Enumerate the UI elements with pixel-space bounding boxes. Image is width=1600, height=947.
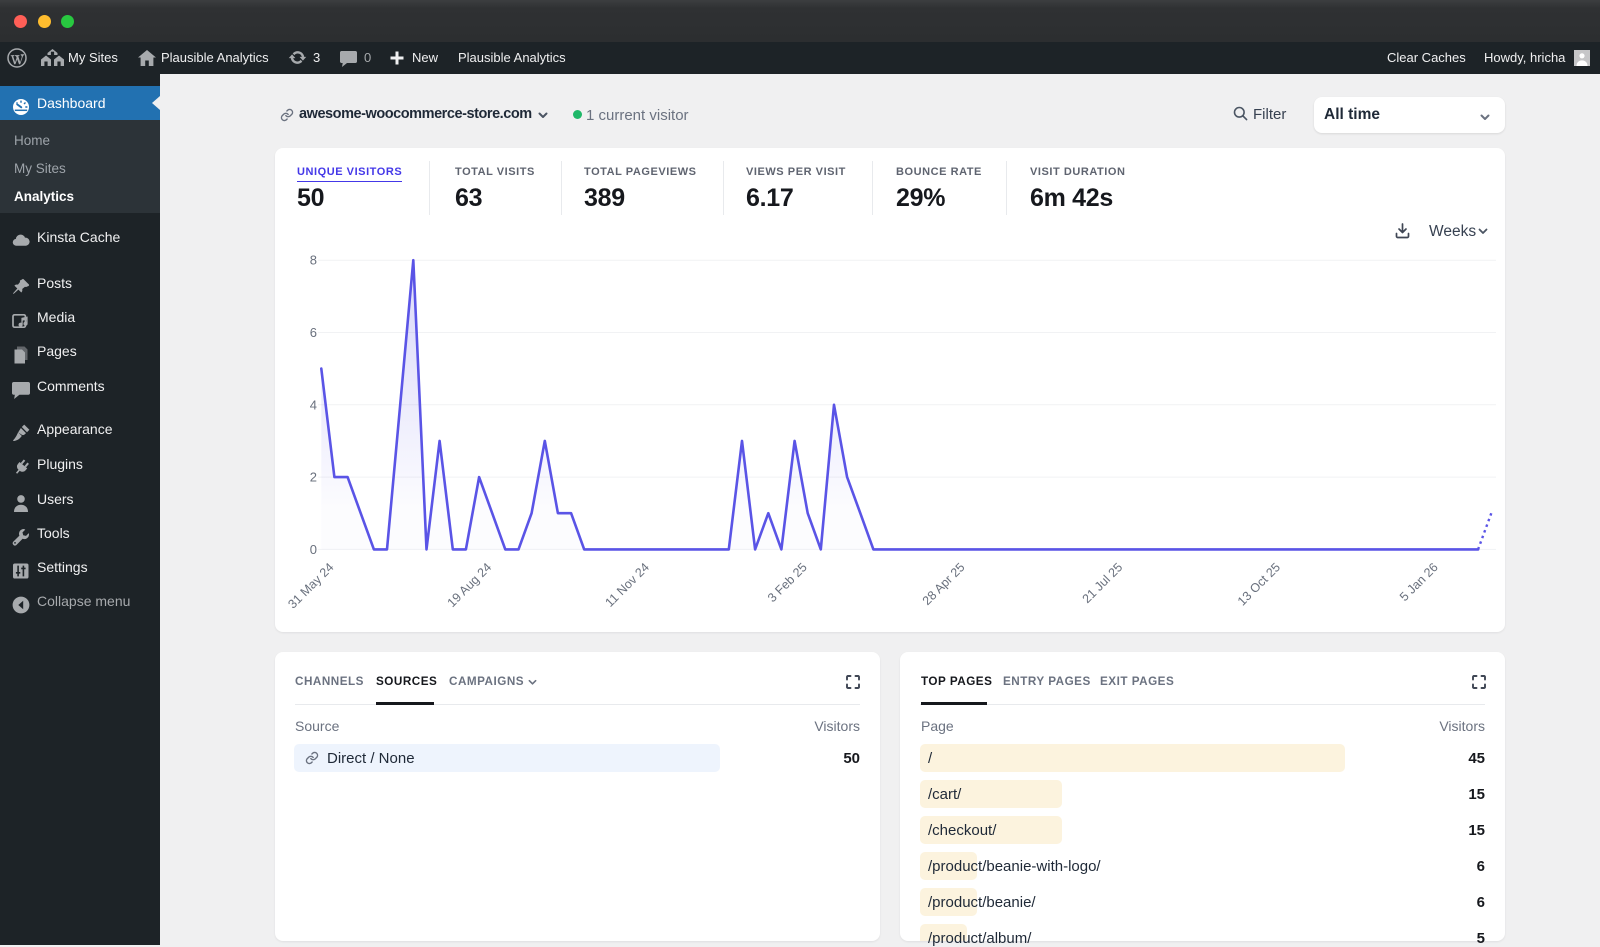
svg-text:19 Aug 24: 19 Aug 24 — [445, 560, 495, 610]
svg-text:4: 4 — [310, 397, 317, 412]
svg-text:2: 2 — [310, 470, 317, 485]
svg-text:21 Jul 25: 21 Jul 25 — [1080, 560, 1126, 606]
svg-text:31 May 24: 31 May 24 — [285, 560, 336, 611]
svg-text:5 Jan 26: 5 Jan 26 — [1397, 560, 1441, 604]
svg-text:13 Oct 25: 13 Oct 25 — [1235, 560, 1283, 608]
svg-text:11 Nov 24: 11 Nov 24 — [602, 560, 652, 610]
svg-text:6: 6 — [310, 325, 317, 340]
svg-text:8: 8 — [310, 253, 317, 268]
svg-text:28 Apr 25: 28 Apr 25 — [920, 560, 968, 608]
svg-text:0: 0 — [310, 542, 317, 557]
svg-text:3 Feb 25: 3 Feb 25 — [765, 560, 810, 605]
